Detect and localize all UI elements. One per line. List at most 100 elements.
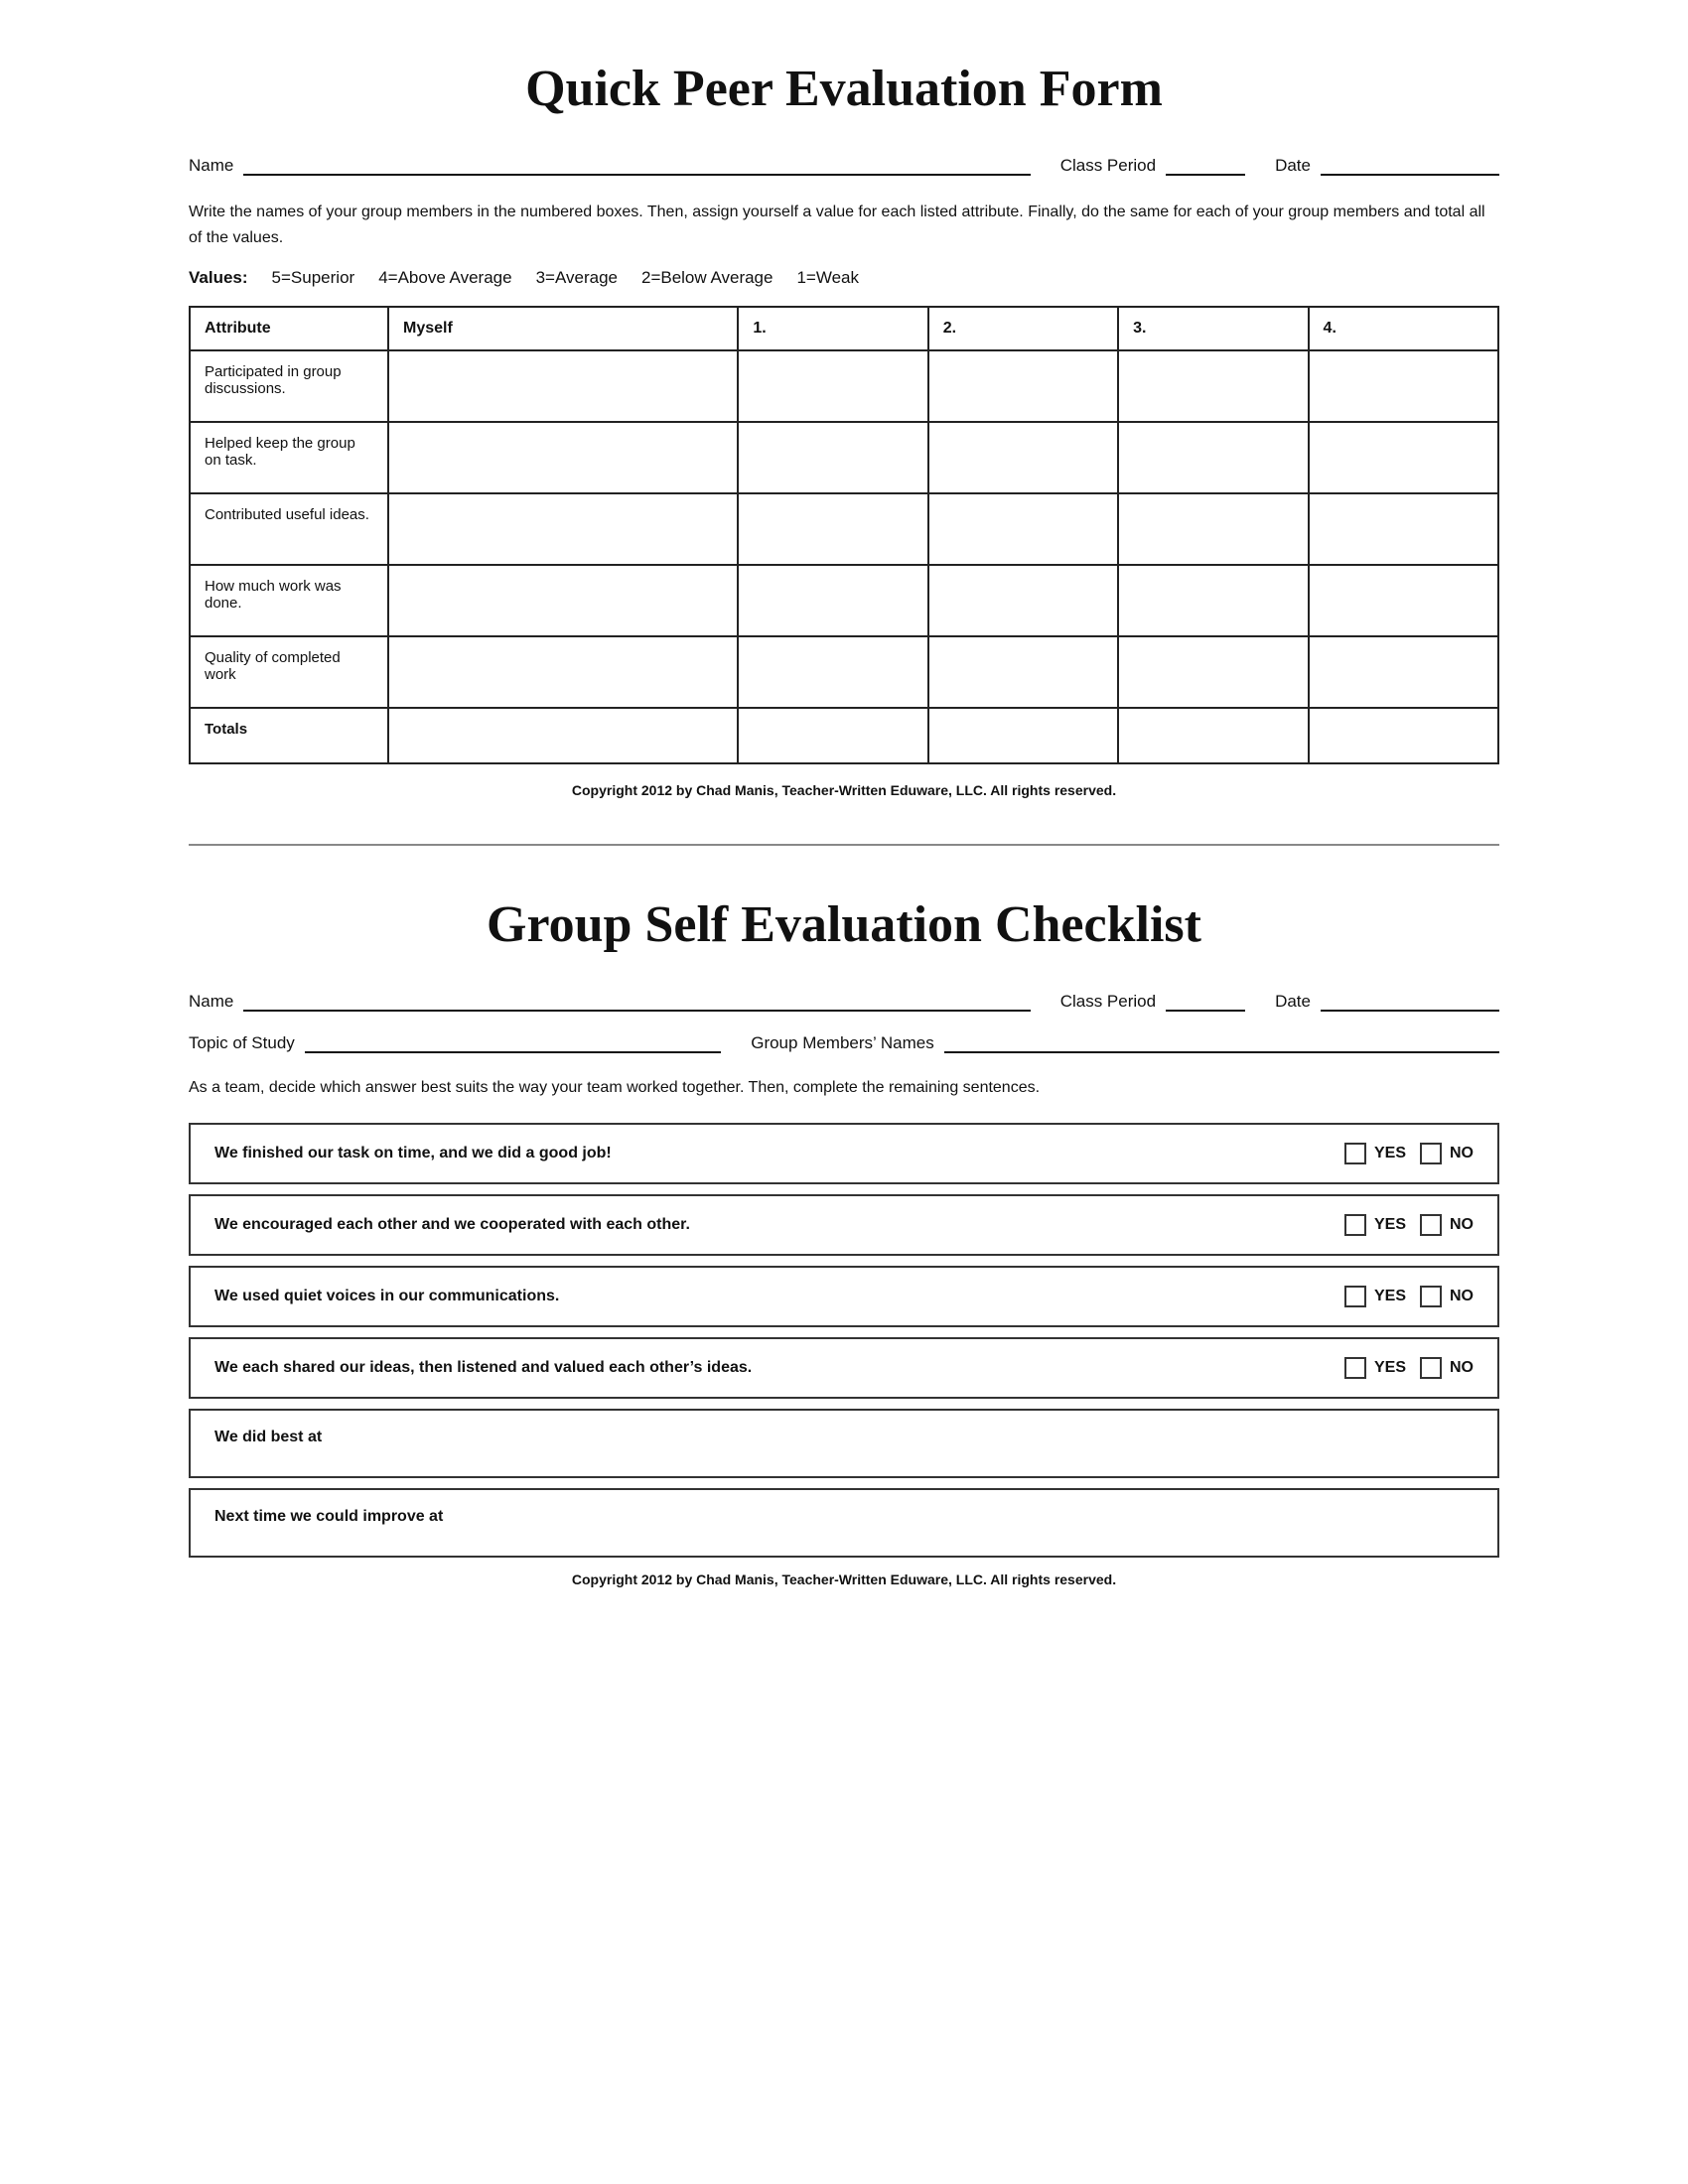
table-row: Helped keep the group on task. xyxy=(190,422,1498,493)
totals-row: Totals xyxy=(190,708,1498,763)
no-checkbox-1-label[interactable]: NO xyxy=(1420,1143,1474,1164)
col-header-2: 2. xyxy=(928,307,1118,350)
open-item-1-text: We did best at xyxy=(214,1429,322,1445)
yes-checkbox-1-label[interactable]: YES xyxy=(1344,1143,1406,1164)
attr-participated: Participated in group discussions. xyxy=(190,350,388,422)
cell-myself-3[interactable] xyxy=(388,565,738,636)
cell-1-2[interactable] xyxy=(738,493,927,565)
values-line: Values: 5=Superior 4=Above Average 3=Ave… xyxy=(189,268,1499,288)
yes-checkbox-2-box[interactable] xyxy=(1344,1214,1366,1236)
cell-1-total[interactable] xyxy=(738,708,927,763)
yes-label-4: YES xyxy=(1374,1359,1406,1377)
no-checkbox-2-box[interactable] xyxy=(1420,1214,1442,1236)
group-members-label: Group Members’ Names xyxy=(751,1033,934,1053)
cell-4-3[interactable] xyxy=(1309,565,1498,636)
yes-checkbox-4-label[interactable]: YES xyxy=(1344,1357,1406,1379)
cell-2-4[interactable] xyxy=(928,636,1118,708)
checklist-item-2: We encouraged each other and we cooperat… xyxy=(189,1194,1499,1256)
col-header-myself: Myself xyxy=(388,307,738,350)
open-item-2[interactable]: Next time we could improve at xyxy=(189,1488,1499,1558)
group-self-evaluation-section: Group Self Evaluation Checklist Name Cla… xyxy=(189,846,1499,1587)
cell-myself-0[interactable] xyxy=(388,350,738,422)
checklist-item-2-text: We encouraged each other and we cooperat… xyxy=(214,1216,1344,1234)
yes-checkbox-3-label[interactable]: YES xyxy=(1344,1286,1406,1307)
section2-name-row: Name Class Period Date xyxy=(189,990,1499,1012)
yes-no-group-1: YES NO xyxy=(1344,1143,1474,1164)
topic-row: Topic of Study Group Members’ Names xyxy=(189,1031,1499,1053)
yes-checkbox-3-box[interactable] xyxy=(1344,1286,1366,1307)
attr-ideas: Contributed useful ideas. xyxy=(190,493,388,565)
cell-4-2[interactable] xyxy=(1309,493,1498,565)
cell-3-1[interactable] xyxy=(1118,422,1308,493)
col-header-attribute: Attribute xyxy=(190,307,388,350)
section2-class-period-field-line[interactable] xyxy=(1166,990,1245,1012)
no-checkbox-4-label[interactable]: NO xyxy=(1420,1357,1474,1379)
section1-name-row: Name Class Period Date xyxy=(189,154,1499,176)
no-label-1: NO xyxy=(1450,1145,1474,1162)
cell-3-total[interactable] xyxy=(1118,708,1308,763)
col-header-3: 3. xyxy=(1118,307,1308,350)
cell-3-0[interactable] xyxy=(1118,350,1308,422)
no-checkbox-1-box[interactable] xyxy=(1420,1143,1442,1164)
yes-checkbox-4-box[interactable] xyxy=(1344,1357,1366,1379)
no-label-4: NO xyxy=(1450,1359,1474,1377)
cell-myself-total[interactable] xyxy=(388,708,738,763)
section1-copyright: Copyright 2012 by Chad Manis, Teacher-Wr… xyxy=(189,782,1499,798)
yes-checkbox-1-box[interactable] xyxy=(1344,1143,1366,1164)
cell-4-total[interactable] xyxy=(1309,708,1498,763)
topic-field-line[interactable] xyxy=(305,1031,721,1053)
no-checkbox-3-box[interactable] xyxy=(1420,1286,1442,1307)
section2-class-period-label: Class Period xyxy=(1060,992,1156,1012)
no-label-2: NO xyxy=(1450,1216,1474,1234)
cell-3-4[interactable] xyxy=(1118,636,1308,708)
name-label: Name xyxy=(189,156,233,176)
value-5: 1=Weak xyxy=(796,268,859,288)
checklist-instructions: As a team, decide which answer best suit… xyxy=(189,1075,1499,1101)
cell-4-1[interactable] xyxy=(1309,422,1498,493)
no-checkbox-2-label[interactable]: NO xyxy=(1420,1214,1474,1236)
value-2: 4=Above Average xyxy=(378,268,511,288)
class-period-label: Class Period xyxy=(1060,156,1156,176)
class-period-field-line[interactable] xyxy=(1166,154,1245,176)
yes-no-group-4: YES NO xyxy=(1344,1357,1474,1379)
cell-2-3[interactable] xyxy=(928,565,1118,636)
cell-myself-1[interactable] xyxy=(388,422,738,493)
open-item-2-text: Next time we could improve at xyxy=(214,1508,443,1525)
cell-myself-2[interactable] xyxy=(388,493,738,565)
cell-2-1[interactable] xyxy=(928,422,1118,493)
checklist-item-4: We each shared our ideas, then listened … xyxy=(189,1337,1499,1399)
cell-2-total[interactable] xyxy=(928,708,1118,763)
section2-name-field-line[interactable] xyxy=(243,990,1030,1012)
cell-4-4[interactable] xyxy=(1309,636,1498,708)
table-header-row: Attribute Myself 1. 2. 3. 4. xyxy=(190,307,1498,350)
cell-1-0[interactable] xyxy=(738,350,927,422)
cell-1-1[interactable] xyxy=(738,422,927,493)
evaluation-table: Attribute Myself 1. 2. 3. 4. Participate… xyxy=(189,306,1499,764)
no-label-3: NO xyxy=(1450,1288,1474,1305)
cell-2-2[interactable] xyxy=(928,493,1118,565)
values-label: Values: xyxy=(189,268,248,288)
cell-3-3[interactable] xyxy=(1118,565,1308,636)
group-members-field-line[interactable] xyxy=(944,1031,1499,1053)
section2-name-label: Name xyxy=(189,992,233,1012)
attr-quality: Quality of completed work xyxy=(190,636,388,708)
cell-2-0[interactable] xyxy=(928,350,1118,422)
cell-1-3[interactable] xyxy=(738,565,927,636)
cell-1-4[interactable] xyxy=(738,636,927,708)
checklist-item-1-text: We finished our task on time, and we did… xyxy=(214,1145,1344,1162)
cell-myself-4[interactable] xyxy=(388,636,738,708)
date-field-line[interactable] xyxy=(1321,154,1499,176)
section2-date-label: Date xyxy=(1275,992,1311,1012)
value-3: 3=Average xyxy=(536,268,618,288)
name-field-line[interactable] xyxy=(243,154,1030,176)
cell-3-2[interactable] xyxy=(1118,493,1308,565)
checklist-item-4-text: We each shared our ideas, then listened … xyxy=(214,1359,1344,1377)
yes-label-1: YES xyxy=(1374,1145,1406,1162)
open-item-1[interactable]: We did best at xyxy=(189,1409,1499,1478)
no-checkbox-4-box[interactable] xyxy=(1420,1357,1442,1379)
cell-4-0[interactable] xyxy=(1309,350,1498,422)
date-label: Date xyxy=(1275,156,1311,176)
yes-checkbox-2-label[interactable]: YES xyxy=(1344,1214,1406,1236)
section2-date-field-line[interactable] xyxy=(1321,990,1499,1012)
no-checkbox-3-label[interactable]: NO xyxy=(1420,1286,1474,1307)
